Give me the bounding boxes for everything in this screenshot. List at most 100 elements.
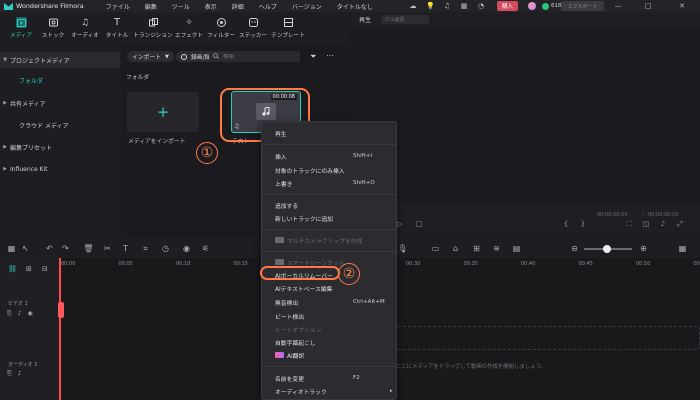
search-input[interactable] [223,53,293,60]
chevron-right-icon: ▶ [3,166,7,172]
expand-icon[interactable]: ⤢ [675,219,685,229]
menu-item-insert-target-track[interactable]: 対象のトラックにのみ挿入 [262,164,396,176]
playhead[interactable] [59,258,61,400]
bracket-in-icon[interactable]: { [561,219,571,229]
drop-zone[interactable] [394,326,700,350]
tab-transition[interactable]: トランジション [133,12,173,44]
notification-icon[interactable]: ◔ [477,2,485,10]
collapse-icon[interactable]: ⊟ [42,265,48,273]
menu-item-append[interactable]: 追加する [262,199,396,211]
menu-item-add-new-track[interactable]: 新しいトラックに追加 [262,212,396,224]
search-box[interactable] [209,51,300,62]
plus-icon: + [156,102,170,121]
sidebar-item-influence-kit[interactable]: ▶ Influence Kit [0,161,120,177]
tab-title[interactable]: T タイトル [101,12,133,44]
import-media-tile[interactable]: + [127,92,199,132]
zoom-out-icon[interactable]: ⊖ [569,243,580,254]
sidebar-item-project-media[interactable]: ▼ プロジェクトメディア [0,52,120,68]
menu-item-auto-subtitle[interactable]: 自動字幕起こし [262,336,396,348]
menu-item-silence-detect[interactable]: 無音検出 Ctrl+Alt+M [262,296,396,308]
export-button[interactable]: エクスポート [561,1,604,11]
menu-help[interactable]: ヘルプ [259,2,277,11]
marker-icon[interactable]: ⌂ [450,243,461,254]
tab-sticker[interactable]: ステッカー [237,12,269,44]
tab-effect[interactable]: ✧ エフェクト [173,12,205,44]
fullscreen-icon[interactable]: ⛶ [624,219,634,229]
zoom-slider-handle[interactable] [603,245,611,253]
caption-icon[interactable]: ▭ [430,243,441,254]
menu-view[interactable]: 表示 [205,2,217,11]
filter-icon[interactable]: ⏷ [310,52,316,62]
menu-item-audio-track[interactable]: オーディオトラック ▸ [262,385,396,397]
credit-badge[interactable]: 618 [542,2,562,10]
sidebar-item-shared-media[interactable]: ▶ 共有メディア [0,95,120,111]
snapshot-icon[interactable]: ◫ [641,219,651,229]
menu-version[interactable]: バージョン [292,2,322,11]
close-icon[interactable]: ✕ [678,2,686,10]
select-tool-icon[interactable]: ↖ [20,243,31,254]
link-icon[interactable]: ⛓ [8,265,17,273]
speed-icon[interactable]: ◷ [160,243,171,254]
menu-file[interactable]: ファイル [106,2,130,11]
add-track-icon[interactable]: ⊞ [26,265,32,273]
record-camera-icon[interactable]: ◉ [181,243,192,254]
minimize-icon[interactable]: — [614,2,622,10]
lightbulb-icon[interactable]: 💡 [426,2,435,10]
text-icon[interactable]: T [120,243,131,254]
sidebar-item-folder[interactable]: フォルダ [0,72,120,88]
audio-track-controls[interactable]: ⎘ ♪ [7,370,24,378]
cut-icon[interactable]: ✂ [102,243,113,254]
menu-item-ai-text-edit[interactable]: AIテキストベース編集 [262,282,396,294]
menu-item-play[interactable]: 再生 [262,127,396,139]
layout-icon[interactable]: ▦ [460,2,468,10]
redo-icon[interactable]: ↷ [60,243,71,254]
bracket-out-icon[interactable]: } [578,219,588,229]
grid-view-icon[interactable]: ▦ [677,243,688,254]
zoom-slider[interactable] [584,245,632,253]
audio-mix-icon[interactable]: ≋ [491,243,502,254]
layout-grid-icon[interactable]: ▦ [6,243,17,254]
quality-dropdown[interactable]: フル画質 [381,14,430,24]
avatar[interactable] [528,2,536,10]
total-time: 00:00:00:00 [648,212,679,218]
chevron-down-icon: ▼ [165,53,169,60]
search-icon [213,52,220,61]
video-track-controls[interactable]: ⎘ ♪ ◉ [7,310,35,318]
tab-stock[interactable]: ストック [37,12,69,44]
tab-template[interactable]: テンプレート [269,12,307,44]
volume-icon[interactable]: ♪ [658,219,668,229]
sidebar-item-cloud-media[interactable]: クラウド メディア [0,117,120,133]
headphones-icon[interactable]: ♫ [443,2,451,10]
menu-item-ai-translate[interactable]: AI翻訳 [262,349,396,361]
zoom-in-icon[interactable]: ⊕ [638,243,649,254]
tab-media[interactable]: メディア [5,12,37,44]
menu-item-overwrite[interactable]: 上書き Shift+O [262,177,396,189]
menu-edit[interactable]: 編集 [145,2,157,11]
player-tab[interactable]: 再生 [359,15,371,24]
undo-icon[interactable]: ↶ [44,243,55,254]
snap-icon[interactable]: ⊞ [471,243,482,254]
mic-icon[interactable]: 🎙 [397,243,408,254]
import-dropdown[interactable]: インポート ▼ [127,51,174,62]
delete-icon[interactable]: 🗑 [83,243,94,254]
media-icon [15,17,27,28]
more-icon[interactable]: ⋯ [326,51,334,60]
chevron-right-icon: ▶ [3,100,7,106]
ruler-tick-label: 00:15 [233,261,248,267]
stop-icon[interactable]: □ [414,219,424,229]
purchase-button[interactable]: 購入 [497,1,518,11]
menu-item-beat-detect[interactable]: ビート検出 [262,310,396,322]
playhead-handle[interactable] [58,302,64,318]
adjust-icon[interactable]: ⚟ [200,243,211,254]
tab-audio[interactable]: ♫ オーディオ [69,12,101,44]
menu-item-insert[interactable]: 挿入 Shift+I [262,150,396,162]
menu-item-rename[interactable]: 名前を変更 F2 [262,372,396,384]
render-icon[interactable]: ▤ [511,243,522,254]
sidebar-item-edit-presets[interactable]: ▶ 編集プリセット [0,139,120,155]
menu-tools[interactable]: ツール [172,2,190,11]
crop-icon[interactable]: ⌗ [140,243,151,254]
menu-advanced[interactable]: 詳細 [232,2,244,11]
tab-filter[interactable]: フィルター [205,12,237,44]
maximize-icon[interactable]: □ [644,2,652,10]
cloud-icon[interactable]: ☁ [409,2,417,10]
